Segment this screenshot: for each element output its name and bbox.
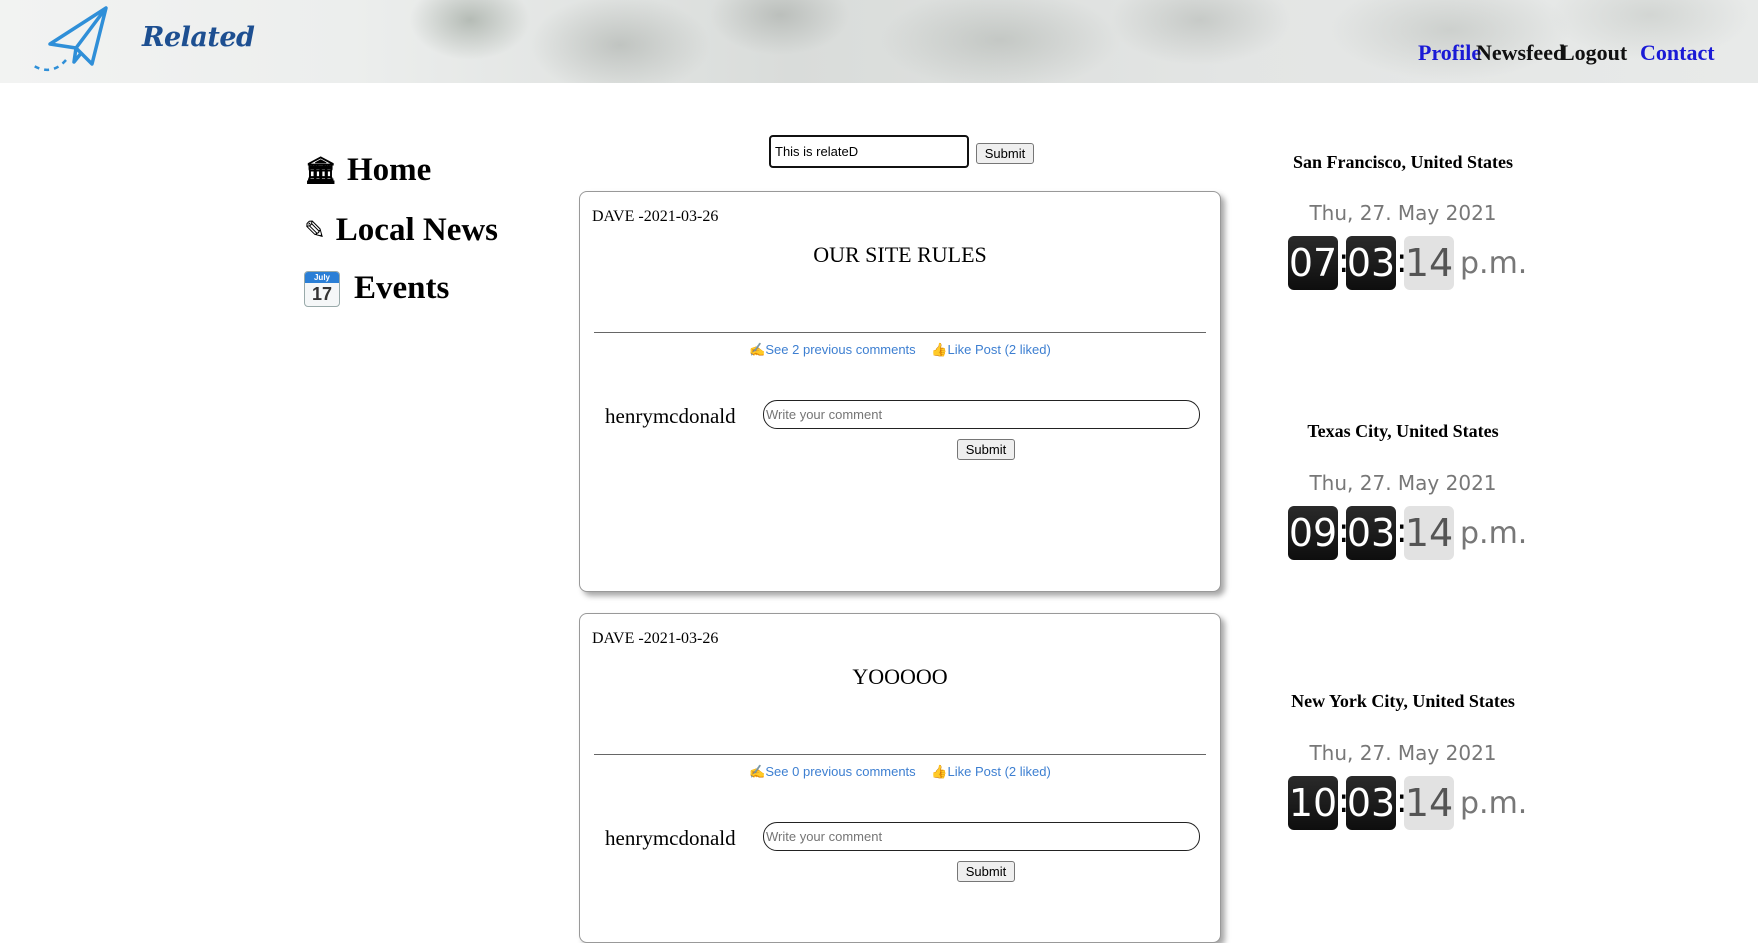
comment-username: henrymcdonald <box>605 404 736 428</box>
divider <box>594 754 1206 755</box>
clock-colon: : <box>1338 241 1350 281</box>
calendar-icon: July 17 <box>304 270 340 307</box>
clock-minutes: 03 <box>1346 776 1396 830</box>
clock-colon: : <box>1396 511 1408 551</box>
nav-newsfeed[interactable]: Newsfeed <box>1476 40 1565 66</box>
nav-logout[interactable]: Logout <box>1560 40 1627 66</box>
nav-profile[interactable]: Profile <box>1418 40 1481 66</box>
clock-colon: : <box>1396 241 1408 281</box>
clock-hours: 09 <box>1288 506 1338 560</box>
clock-colon: : <box>1338 511 1350 551</box>
clock-seconds: 14 <box>1404 776 1454 830</box>
clock-date: Thu, 27. May 2021 <box>1309 741 1497 765</box>
search-submit-button[interactable]: Submit <box>976 143 1034 164</box>
post-actions: ✍See 0 previous comments 👍Like Post (2 l… <box>580 764 1220 780</box>
post-meta: DAVE -2021-03-26 <box>592 208 719 225</box>
clock-colon: : <box>1396 781 1408 821</box>
comment-input[interactable] <box>763 822 1200 851</box>
clock-minutes: 03 <box>1346 236 1396 290</box>
post-title: OUR SITE RULES <box>813 242 987 267</box>
sidebar-item-home[interactable]: 🏛 Home <box>304 152 431 189</box>
see-comments-link[interactable]: ✍See 0 previous comments <box>749 764 915 779</box>
sidebar-item-label: Home <box>347 152 432 188</box>
post-actions: ✍See 2 previous comments 👍Like Post (2 l… <box>580 342 1220 358</box>
nav-contact[interactable]: Contact <box>1640 40 1715 66</box>
pencil-icon: ✎ <box>304 215 326 246</box>
logo[interactable]: Related <box>30 4 255 76</box>
post-meta: DAVE -2021-03-26 <box>592 630 719 647</box>
sidebar-item-label: Local News <box>335 212 499 248</box>
comment-input[interactable] <box>763 400 1200 429</box>
sidebar-item-events[interactable]: July 17 Events <box>304 270 449 307</box>
comment-submit-button[interactable]: Submit <box>957 861 1015 882</box>
clock-city: Texas City, United States <box>1307 421 1499 441</box>
post-card: DAVE -2021-03-26 OUR SITE RULES ✍See 2 p… <box>579 191 1221 592</box>
divider <box>594 332 1206 333</box>
sidebar-item-label: Events <box>354 270 450 306</box>
clock-minutes: 03 <box>1346 506 1396 560</box>
header-bar: Related Profile Newsfeed Logout Contact <box>0 0 1758 83</box>
home-icon: 🏛 <box>304 155 338 186</box>
clock-ampm: p.m. <box>1460 786 1528 821</box>
comment-username: henrymcdonald <box>605 826 736 850</box>
clock-city: New York City, United States <box>1291 691 1515 711</box>
like-post-link[interactable]: 👍Like Post (2 liked) <box>931 764 1051 779</box>
post-card: DAVE -2021-03-26 YOOOOO ✍See 0 previous … <box>579 613 1221 943</box>
clock-hours: 07 <box>1288 236 1338 290</box>
clock-ampm: p.m. <box>1460 516 1528 551</box>
sidebar-item-local-news[interactable]: ✎ Local News <box>304 212 498 249</box>
paper-plane-icon <box>33 6 108 72</box>
clock-date: Thu, 27. May 2021 <box>1309 201 1497 225</box>
comment-submit-button[interactable]: Submit <box>957 439 1015 460</box>
clock-seconds: 14 <box>1404 506 1454 560</box>
clock-seconds: 14 <box>1404 236 1454 290</box>
clock-date: Thu, 27. May 2021 <box>1309 471 1497 495</box>
clock-colon: : <box>1338 781 1350 821</box>
post-title: YOOOOO <box>852 664 948 689</box>
clock-ampm: p.m. <box>1460 246 1528 281</box>
clock-city: San Francisco, United States <box>1293 152 1513 172</box>
search-input[interactable] <box>769 135 969 168</box>
clock-hours: 10 <box>1288 776 1338 830</box>
logo-text: Related <box>142 22 255 53</box>
like-post-link[interactable]: 👍Like Post (2 liked) <box>931 342 1051 357</box>
see-comments-link[interactable]: ✍See 2 previous comments <box>749 342 915 357</box>
